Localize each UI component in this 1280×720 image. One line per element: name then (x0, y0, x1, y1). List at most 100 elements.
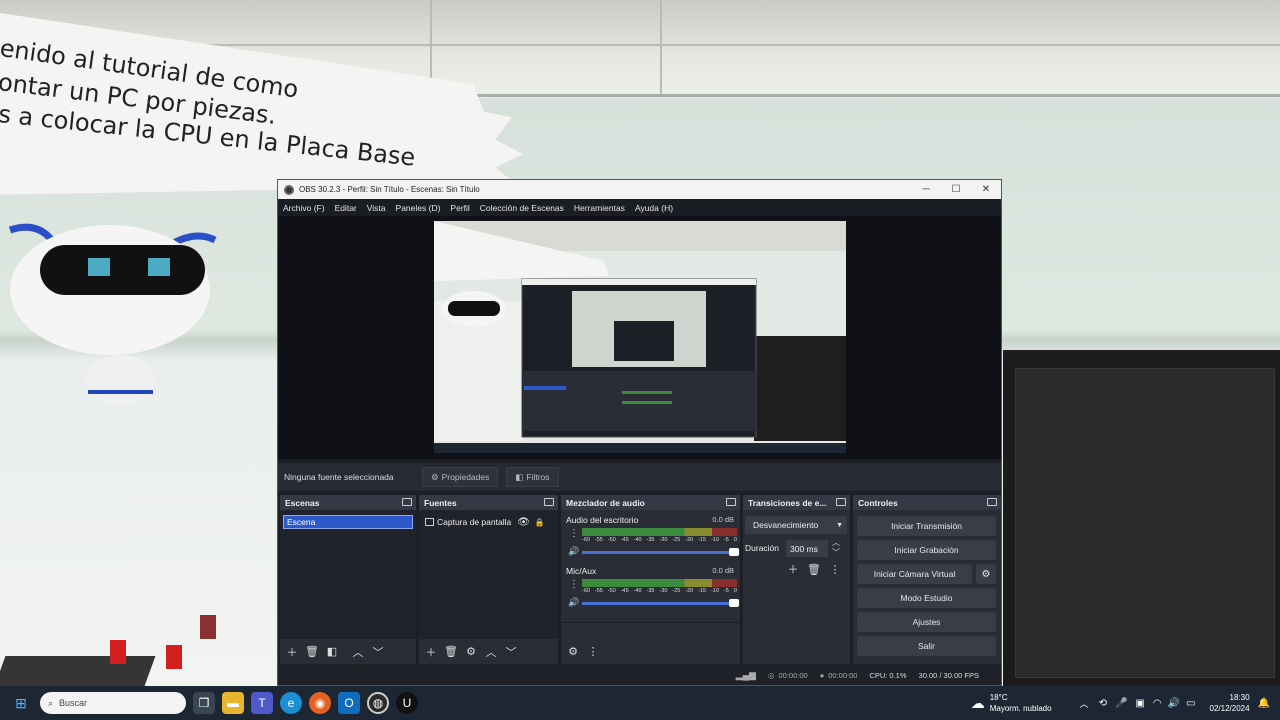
firefox-icon[interactable]: ◉ (309, 692, 331, 714)
monitor-icon (425, 518, 434, 526)
scene-filters-icon[interactable]: ◧ (324, 644, 340, 660)
float-dock-icon[interactable] (402, 498, 412, 506)
volume-icon[interactable]: 🔊 (1168, 698, 1180, 709)
menu-coleccion-escenas[interactable]: Colección de Escenas (480, 203, 564, 213)
chevron-down-icon: ▼ (836, 521, 843, 529)
scenes-list: Escena (280, 510, 416, 639)
wifi-icon[interactable]: ◠ (1153, 698, 1162, 709)
add-scene-icon[interactable]: ＋ (284, 644, 300, 660)
ceiling-line (420, 94, 1280, 97)
menu-vista[interactable]: Vista (367, 203, 386, 213)
unreal-icon[interactable]: U (396, 692, 418, 714)
mixer-body: Audio del escritorio 0.0 dB ⋮ -60 -55 -50-… (561, 510, 740, 639)
move-down-icon[interactable]: ﹀ (370, 644, 386, 660)
virtual-camera-settings-icon[interactable]: ⚙ (976, 564, 996, 584)
menu-perfil[interactable]: Perfil (450, 203, 469, 213)
speaker-icon[interactable]: 🔊 (568, 546, 579, 557)
menu-ayuda[interactable]: Ayuda (H) (635, 203, 673, 213)
float-dock-icon[interactable] (987, 498, 997, 506)
sources-dock: Fuentes Captura de pantalla 👁 🔒 ＋ 🗑 ⚙ ︿ … (419, 495, 558, 664)
float-dock-icon[interactable] (836, 498, 846, 506)
sync-icon[interactable]: ⟲ (1099, 698, 1107, 709)
battery-icon[interactable]: ▭ (1186, 698, 1195, 709)
mixer-title: Mezclador de audio (566, 497, 645, 508)
move-up-icon[interactable]: ︿ (483, 644, 499, 660)
obs-taskbar-icon[interactable]: ◍ (367, 692, 389, 714)
properties-button[interactable]: ⚙ Propiedades (422, 467, 499, 487)
slider-handle[interactable] (729, 599, 739, 607)
controls-title: Controles (858, 497, 898, 508)
start-streaming-button[interactable]: Iniciar Transmisión (857, 516, 996, 536)
sources-toolbar: ＋ 🗑 ⚙ ︿ ﹀ (419, 639, 558, 664)
move-up-icon[interactable]: ︿ (350, 644, 366, 660)
source-toolbar: Ninguna fuente seleccionada ⚙ Propiedades… (278, 463, 1001, 491)
weather-widget[interactable]: 18°C Mayorm. nublado (990, 692, 1052, 714)
transition-menu-icon[interactable]: ⋮ (827, 561, 843, 577)
channel-db-mic: 0.0 dB (712, 566, 734, 575)
duration-stepper[interactable]: ︿ ﹀ (832, 538, 840, 558)
task-view-icon[interactable]: ❐ (193, 692, 215, 714)
search-placeholder: Buscar (59, 698, 88, 708)
channel-menu-icon[interactable]: ⋮ (569, 528, 579, 539)
duration-input[interactable]: 300 ms (786, 540, 828, 557)
transition-select[interactable]: Desvanecimiento ▼ (745, 516, 847, 534)
scene-item[interactable]: Escena (283, 515, 413, 529)
windows-start-icon[interactable]: ⊞ (10, 692, 32, 714)
remove-transition-icon[interactable]: 🗑 (806, 561, 822, 577)
source-settings-icon[interactable]: ⚙ (463, 644, 479, 660)
speaker-icon[interactable]: 🔊 (568, 597, 579, 608)
start-recording-button[interactable]: Iniciar Grabación (857, 540, 996, 560)
float-dock-icon[interactable] (726, 498, 736, 506)
slider-handle[interactable] (729, 548, 739, 556)
teams-icon[interactable]: T (251, 692, 273, 714)
background-cable (110, 640, 126, 664)
settings-button[interactable]: Ajustes (857, 612, 996, 632)
signal-icon: ▂▄▆ (735, 669, 756, 680)
remove-scene-icon[interactable]: 🗑 (304, 644, 320, 660)
studio-mode-button[interactable]: Modo Estudio (857, 588, 996, 608)
channel-menu-icon[interactable]: ⋮ (569, 579, 579, 590)
tray-app-icon[interactable]: ▣ (1135, 698, 1144, 709)
close-button[interactable]: ✕ (971, 184, 1001, 195)
exit-button[interactable]: Salir (857, 636, 996, 656)
menu-archivo[interactable]: Archivo (F) (283, 203, 325, 213)
minimize-button[interactable]: ─ (911, 184, 941, 195)
eye-icon[interactable]: 👁 (517, 517, 530, 528)
duration-label: Duración (745, 543, 780, 553)
edge-icon[interactable]: e (280, 692, 302, 714)
add-transition-icon[interactable]: ＋ (785, 561, 801, 577)
source-item[interactable]: Captura de pantalla 👁 🔒 (422, 515, 555, 529)
filters-label: Filtros (526, 472, 550, 482)
add-source-icon[interactable]: ＋ (423, 644, 439, 660)
volume-slider[interactable] (582, 599, 739, 607)
transition-toolbar: ＋ 🗑 ⋮ (785, 561, 843, 577)
lock-icon[interactable]: 🔒 (535, 518, 545, 527)
clock[interactable]: 18:30 02/12/2024 (1210, 692, 1250, 714)
stream-status-icon: ◎ (767, 670, 775, 680)
mixer-menu-icon[interactable]: ⋮ (585, 644, 601, 660)
notification-bell-icon[interactable]: 🔔 (1258, 698, 1270, 709)
search-icon: ⌕ (48, 697, 54, 708)
float-dock-icon[interactable] (544, 498, 554, 506)
filters-button[interactable]: ◧ Filtros (506, 467, 559, 487)
menu-herramientas[interactable]: Herramientas (574, 203, 625, 213)
move-down-icon[interactable]: ﹀ (503, 644, 519, 660)
stream-time: 00:00:00 (778, 670, 808, 680)
maximize-button[interactable]: ☐ (941, 184, 971, 195)
search-box[interactable]: ⌕ Buscar (40, 692, 186, 714)
menu-paneles[interactable]: Paneles (D) (396, 203, 441, 213)
mixer-header: Mezclador de audio (561, 495, 740, 510)
menu-editar[interactable]: Editar (335, 203, 357, 213)
microphone-icon[interactable]: 🎤 (1115, 698, 1127, 709)
volume-slider[interactable] (582, 548, 739, 556)
advanced-audio-icon[interactable]: ⚙ (565, 644, 581, 660)
chevron-up-icon[interactable]: ︿ (1080, 697, 1089, 710)
file-explorer-icon[interactable]: ▬ (222, 692, 244, 714)
outlook-icon[interactable]: O (338, 692, 360, 714)
weather-icon: ☁ (970, 694, 985, 711)
start-virtual-camera-button[interactable]: Iniciar Cámara Virtual (857, 564, 972, 584)
volume-meter (582, 579, 737, 587)
sources-list: Captura de pantalla 👁 🔒 (419, 510, 558, 639)
remove-source-icon[interactable]: 🗑 (443, 644, 459, 660)
preview-canvas[interactable] (434, 221, 846, 453)
